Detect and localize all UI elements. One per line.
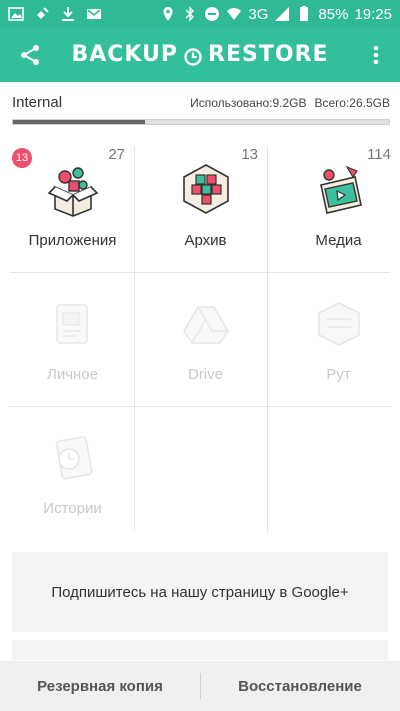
category-media[interactable]: 114 Медиа — [276, 146, 400, 272]
network-type: 3G — [248, 5, 269, 23]
category-apps[interactable]: 13 27 Приложения — [10, 146, 135, 272]
storage-progress-fill — [13, 120, 145, 124]
battery-percent: 85% — [318, 5, 349, 23]
status-left-icons — [8, 6, 102, 22]
apps-count: 27 — [108, 146, 125, 163]
more-vert-icon[interactable] — [370, 43, 382, 67]
category-drive: Drive — [143, 280, 268, 406]
drive-label: Drive — [187, 366, 223, 383]
storage-used: Использовано:9.2GB — [190, 95, 307, 110]
backup-button[interactable]: Резервная копия — [0, 678, 200, 695]
clock-time: 19:25 — [354, 5, 392, 23]
title-backup: BACKUP — [71, 42, 179, 67]
status-bar: 3G 85% 19:25 — [0, 0, 400, 28]
download-icon — [60, 6, 76, 22]
apps-label: Приложения — [28, 232, 117, 249]
storage-progress-bar — [12, 119, 390, 125]
wifi-icon — [226, 6, 242, 22]
app-bar: BACKUP RESTORE — [0, 28, 400, 82]
category-archive[interactable]: 13 Архив — [143, 146, 268, 272]
archive-count: 13 — [241, 146, 258, 163]
archive-label: Архив — [184, 232, 227, 249]
gallery-icon — [8, 6, 24, 22]
root-label: Рут — [326, 366, 351, 383]
contacts-icon — [45, 295, 101, 351]
storage-panel: Internal Использовано:9.2GB Всего:26.5GB — [12, 94, 390, 125]
category-root: Рут — [276, 280, 400, 406]
grid-divider — [10, 272, 390, 273]
media-label: Медиа — [315, 232, 362, 249]
archive-cubes-icon — [178, 161, 234, 217]
storage-total: Всего:26.5GB — [314, 95, 391, 110]
app-title: BACKUP RESTORE — [0, 42, 400, 67]
bottom-action-bar: Резервная копия Восстановление — [0, 661, 400, 711]
mail-icon — [86, 6, 102, 22]
promo-card-peek — [12, 640, 388, 660]
apps-box-icon — [45, 161, 101, 217]
history-icon — [45, 429, 101, 485]
media-count: 114 — [367, 146, 391, 163]
do-not-disturb-icon — [204, 6, 220, 22]
status-right-icons: 3G 85% 19:25 — [160, 6, 392, 23]
title-restore: RESTORE — [208, 42, 329, 67]
category-personal: Личное — [10, 280, 135, 406]
storage-name: Internal — [12, 94, 63, 111]
clock-logo-icon — [184, 46, 202, 66]
battery-icon — [296, 6, 312, 22]
history-label: Истории — [43, 500, 102, 517]
root-icon — [311, 295, 367, 351]
location-icon — [160, 6, 176, 22]
bluetooth-icon — [182, 6, 198, 22]
satellite-icon — [34, 6, 50, 22]
grid-divider — [10, 406, 390, 407]
media-icon — [311, 161, 367, 217]
apps-badge: 13 — [12, 148, 32, 168]
bottom-divider — [200, 673, 201, 699]
google-plus-promo[interactable]: Подпишитесь на нашу страницу в Google+ — [12, 552, 388, 632]
personal-label: Личное — [46, 366, 98, 383]
promo-text: Подпишитесь на нашу страницу в Google+ — [51, 583, 349, 601]
restore-button[interactable]: Восстановление — [200, 678, 400, 695]
signal-icon — [274, 6, 290, 22]
category-history: Истории — [10, 414, 135, 540]
drive-icon — [178, 295, 234, 351]
